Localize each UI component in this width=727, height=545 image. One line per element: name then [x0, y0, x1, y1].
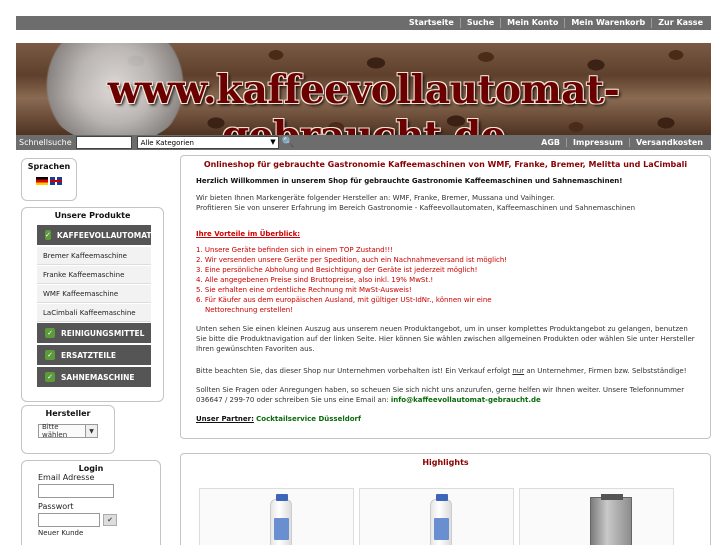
- category-lacimbali[interactable]: LaCimbali Kaffeemaschine: [37, 304, 151, 322]
- link-versandkosten[interactable]: Versandkosten: [628, 138, 709, 147]
- cleaning-bottle-image: [430, 494, 452, 545]
- category-franke[interactable]: Franke Kaffeemaschine: [37, 266, 151, 284]
- advantage-item: 4. Alle angegebenen Preise sind Bruttopr…: [196, 276, 434, 284]
- category-reinigungsmittel[interactable]: ✓ REINIGUNGSMITTEL: [37, 323, 151, 343]
- chevron-down-icon: ▼: [270, 138, 276, 146]
- intro-line-1: Wir bieten Ihnen Markengeräte folgender …: [196, 194, 556, 202]
- info-links: AGB Impressum Versandkosten: [535, 138, 711, 147]
- chevron-down-icon[interactable]: ▼: [86, 424, 98, 438]
- welcome-text: Herzlich Willkommen in unserem Shop für …: [181, 176, 710, 424]
- advantage-item: 3. Eine persönliche Abholung und Besicht…: [196, 266, 478, 274]
- category-sahnemaschine[interactable]: ✓ SAHNEMASCHINE: [37, 367, 151, 387]
- english-flag-icon[interactable]: [50, 177, 62, 185]
- cleaning-bottle-image: [270, 494, 292, 545]
- partner-line: Unser Partner: Cocktailservice Düsseldor…: [196, 414, 710, 424]
- category-bremer[interactable]: Bremer Kaffeemaschine: [37, 247, 151, 265]
- check-icon: ✓: [45, 230, 51, 240]
- product-category-list: ✓ KAFFEEVOLLAUTOMATEN Bremer Kaffeemasch…: [37, 225, 151, 387]
- nav-zur-kasse[interactable]: Zur Kasse: [651, 18, 709, 28]
- welcome-heading: Herzlich Willkommen in unserem Shop für …: [196, 177, 623, 185]
- highlights-title: Highlights: [422, 458, 469, 467]
- site-logo-text: www.kaffeevollautomat-gebraucht.de: [107, 67, 620, 135]
- category-wmf[interactable]: WMF Kaffeemaschine: [37, 285, 151, 303]
- info-paragraph: Unten sehen Sie einen kleinen Auszug aus…: [196, 325, 695, 353]
- check-icon: ✓: [45, 372, 55, 382]
- manufacturer-select[interactable]: Bitte wählen ▼: [38, 423, 114, 439]
- nav-startseite[interactable]: Startseite: [403, 18, 460, 28]
- search-label: Schnellsuche: [19, 138, 72, 147]
- highlight-product-card[interactable]: [199, 488, 354, 545]
- advantages-list: 1. Unsere Geräte befinden sich in einem …: [196, 245, 710, 315]
- german-flag-icon[interactable]: [36, 177, 48, 185]
- email-field[interactable]: [38, 484, 114, 498]
- category-select[interactable]: Alle Kategorien ▼: [136, 136, 279, 149]
- search-bar: Schnellsuche Alle Kategorien ▼ 🔍 AGB Imp…: [16, 135, 711, 150]
- advantage-item-cont: Nettorechnung erstellen!: [205, 306, 293, 314]
- page-title: Onlineshop für gebrauchte Gastronomie Ka…: [203, 160, 688, 169]
- check-icon: ✓: [45, 328, 55, 338]
- search-input[interactable]: [75, 136, 132, 149]
- login-submit-button[interactable]: ✔: [103, 514, 117, 526]
- advantage-item: 6. Für Käufer aus dem europäischen Ausla…: [196, 296, 492, 304]
- top-navigation: Startseite Suche Mein Konto Mein Warenko…: [16, 16, 711, 30]
- highlights-box: Highlights: [180, 453, 711, 545]
- languages-box: Sprachen: [21, 158, 77, 201]
- manufacturer-select-value[interactable]: Bitte wählen: [38, 423, 86, 439]
- header-banner[interactable]: www.kaffeevollautomat-gebraucht.de: [16, 43, 711, 135]
- advantages-title: Ihre Vorteile im Überblick:: [196, 230, 301, 238]
- category-kaffeevollautomaten[interactable]: ✓ KAFFEEVOLLAUTOMATEN: [37, 225, 151, 245]
- login-box: Login Email Adresse Passwort ✔ Neuer Kun…: [21, 460, 161, 545]
- advantage-item: 5. Sie erhalten eine ordentliche Rechnun…: [196, 286, 412, 294]
- login-title: Login: [78, 464, 104, 473]
- advantage-item: 1. Unsere Geräte befinden sich in einem …: [196, 246, 394, 254]
- new-customer-link[interactable]: Neuer Kunde: [38, 529, 160, 537]
- language-flags: [22, 177, 76, 185]
- contact-paragraph: Sollten Sie Fragen oder Anregungen haben…: [196, 386, 685, 404]
- coffee-machine-image: [590, 494, 632, 545]
- products-title: Unsere Produkte: [54, 211, 131, 220]
- highlights-grid: [199, 488, 674, 545]
- highlight-product-card[interactable]: [519, 488, 674, 545]
- manufacturer-title: Hersteller: [45, 409, 91, 418]
- nav-suche[interactable]: Suche: [459, 18, 500, 28]
- nav-mein-warenkorb[interactable]: Mein Warenkorb: [564, 18, 651, 28]
- manufacturer-box: Hersteller Bitte wählen ▼: [21, 405, 115, 454]
- business-notice: Bitte beachten Sie, das dieser Shop nur …: [196, 367, 687, 375]
- nav-mein-konto[interactable]: Mein Konto: [500, 18, 564, 28]
- check-icon: ✓: [45, 350, 55, 360]
- category-ersatzteile[interactable]: ✓ ERSATZTEILE: [37, 345, 151, 365]
- category-select-value: Alle Kategorien: [140, 138, 194, 147]
- languages-title: Sprachen: [27, 162, 71, 171]
- link-impressum[interactable]: Impressum: [566, 138, 629, 147]
- search-icon[interactable]: 🔍: [282, 137, 294, 148]
- password-field[interactable]: [38, 513, 100, 527]
- advantage-item: 2. Wir versenden unsere Geräte per Spedi…: [196, 256, 508, 264]
- products-box: Unsere Produkte ✓ KAFFEEVOLLAUTOMATEN Br…: [21, 207, 164, 402]
- email-link[interactable]: info@kaffeevollautomat-gebraucht.de: [391, 396, 541, 404]
- link-agb[interactable]: AGB: [535, 138, 566, 147]
- highlight-product-card[interactable]: [359, 488, 514, 545]
- partner-label: Unser Partner:: [196, 415, 254, 423]
- email-label: Email Adresse: [38, 473, 95, 482]
- intro-line-2: Profitieren Sie von unserer Erfahrung im…: [196, 204, 636, 212]
- main-content: Onlineshop für gebrauchte Gastronomie Ka…: [180, 155, 711, 439]
- password-label: Passwort: [38, 502, 74, 511]
- partner-link[interactable]: Cocktailservice Düsseldorf: [256, 415, 361, 423]
